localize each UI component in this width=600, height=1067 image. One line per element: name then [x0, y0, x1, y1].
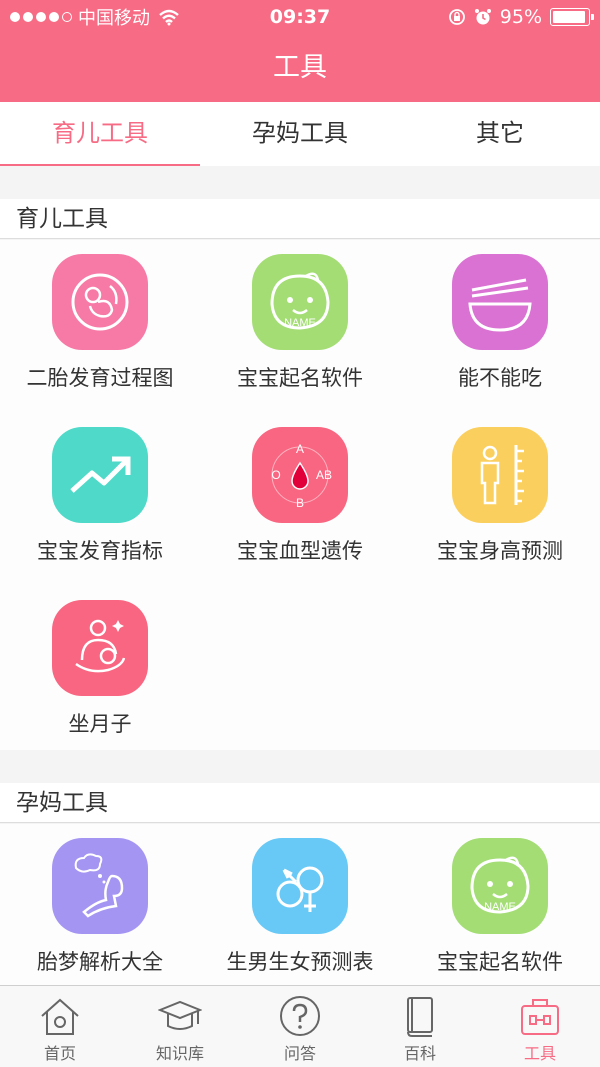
tool-label: 二胎发育过程图	[26, 366, 174, 390]
tool-blood-type[interactable]: A O AB B 宝宝血型遗传	[200, 413, 400, 585]
tool-growth-index[interactable]: 宝宝发育指标	[0, 413, 200, 585]
svg-text:B: B	[296, 496, 304, 510]
home-icon	[41, 998, 79, 1035]
pregnancy-tools-grid: 胎梦解析大全 生男生女预测表 NAME 宝宝起名软件	[0, 824, 600, 985]
tool-dream-interpretation[interactable]: 胎梦解析大全	[0, 824, 200, 996]
tool-label: 生男生女预测表	[226, 950, 374, 974]
tab-other[interactable]: 其它	[400, 102, 600, 166]
tool-label: 能不能吃	[458, 366, 542, 390]
battery-fill	[553, 11, 586, 23]
nav-knowledge[interactable]: 知识库	[120, 986, 240, 1067]
svg-text:NAME: NAME	[284, 317, 316, 329]
fetus-icon	[52, 254, 148, 350]
tool-fetus-development[interactable]: 二胎发育过程图	[0, 240, 200, 412]
status-bar: 中国移动 09:37 95%	[0, 0, 600, 34]
status-time: 09:37	[269, 6, 331, 28]
toolbox-icon	[521, 999, 559, 1035]
book-icon	[407, 997, 433, 1037]
nav-label: 首页	[43, 1044, 76, 1063]
parenting-tools-grid: 二胎发育过程图 NAME 宝宝起名软件 能不能吃 宝宝发育指标 A O AB B…	[0, 240, 600, 750]
nav-label: 百科	[403, 1044, 436, 1063]
question-icon	[280, 996, 320, 1036]
tool-label: 宝宝发育指标	[37, 539, 163, 563]
graduation-cap-icon	[158, 1000, 202, 1030]
tool-can-eat[interactable]: 能不能吃	[400, 240, 600, 412]
svg-text:AB: AB	[316, 468, 332, 482]
tool-baby-naming-2[interactable]: NAME 宝宝起名软件	[400, 824, 600, 996]
nav-tools[interactable]: 工具	[480, 986, 600, 1067]
tool-height-prediction[interactable]: 宝宝身高预测	[400, 413, 600, 585]
svg-text:NAME: NAME	[484, 901, 516, 913]
tool-label: 宝宝起名软件	[437, 950, 563, 974]
tab-parenting-tools[interactable]: 育儿工具	[0, 102, 200, 166]
battery-icon	[550, 8, 594, 26]
baby-name-icon: NAME	[452, 838, 548, 934]
bowl-chopsticks-icon	[452, 254, 548, 350]
tool-label: 胎梦解析大全	[37, 950, 163, 974]
dream-icon	[52, 838, 148, 934]
gender-icon	[252, 838, 348, 934]
bottom-nav: 首页 知识库 问答 百科 工具	[0, 985, 600, 1067]
tool-baby-naming[interactable]: NAME 宝宝起名软件	[200, 240, 400, 412]
tab-pregnancy-tools[interactable]: 孕妈工具	[200, 102, 400, 166]
svg-text:A: A	[296, 442, 304, 456]
nav-home[interactable]: 首页	[0, 986, 120, 1067]
section-title-parenting: 育儿工具	[0, 199, 600, 239]
section-title-pregnancy: 孕妈工具	[0, 783, 600, 823]
nav-label: 知识库	[155, 1044, 204, 1063]
nav-encyclopedia[interactable]: 百科	[360, 986, 480, 1067]
height-ruler-icon	[452, 427, 548, 523]
trend-up-icon	[52, 427, 148, 523]
tab-bar: 育儿工具 孕妈工具 其它	[0, 102, 600, 166]
tool-label: 坐月子	[68, 712, 132, 736]
mother-baby-icon	[52, 600, 148, 696]
nav-label: 问答	[283, 1044, 316, 1063]
tool-gender-prediction[interactable]: 生男生女预测表	[200, 824, 400, 996]
page-title: 工具	[273, 52, 327, 83]
blood-type-icon: A O AB B	[252, 427, 348, 523]
app-header: 中国移动 09:37 95% 工具	[0, 0, 600, 102]
tool-label: 宝宝身高预测	[437, 539, 563, 563]
baby-name-icon: NAME	[252, 254, 348, 350]
tool-label: 宝宝血型遗传	[237, 539, 363, 563]
tool-confinement[interactable]: 坐月子	[0, 586, 200, 758]
nav-label: 工具	[523, 1044, 556, 1063]
tool-label: 宝宝起名软件	[237, 366, 363, 390]
nav-qa[interactable]: 问答	[240, 986, 360, 1067]
svg-text:O: O	[271, 468, 280, 482]
